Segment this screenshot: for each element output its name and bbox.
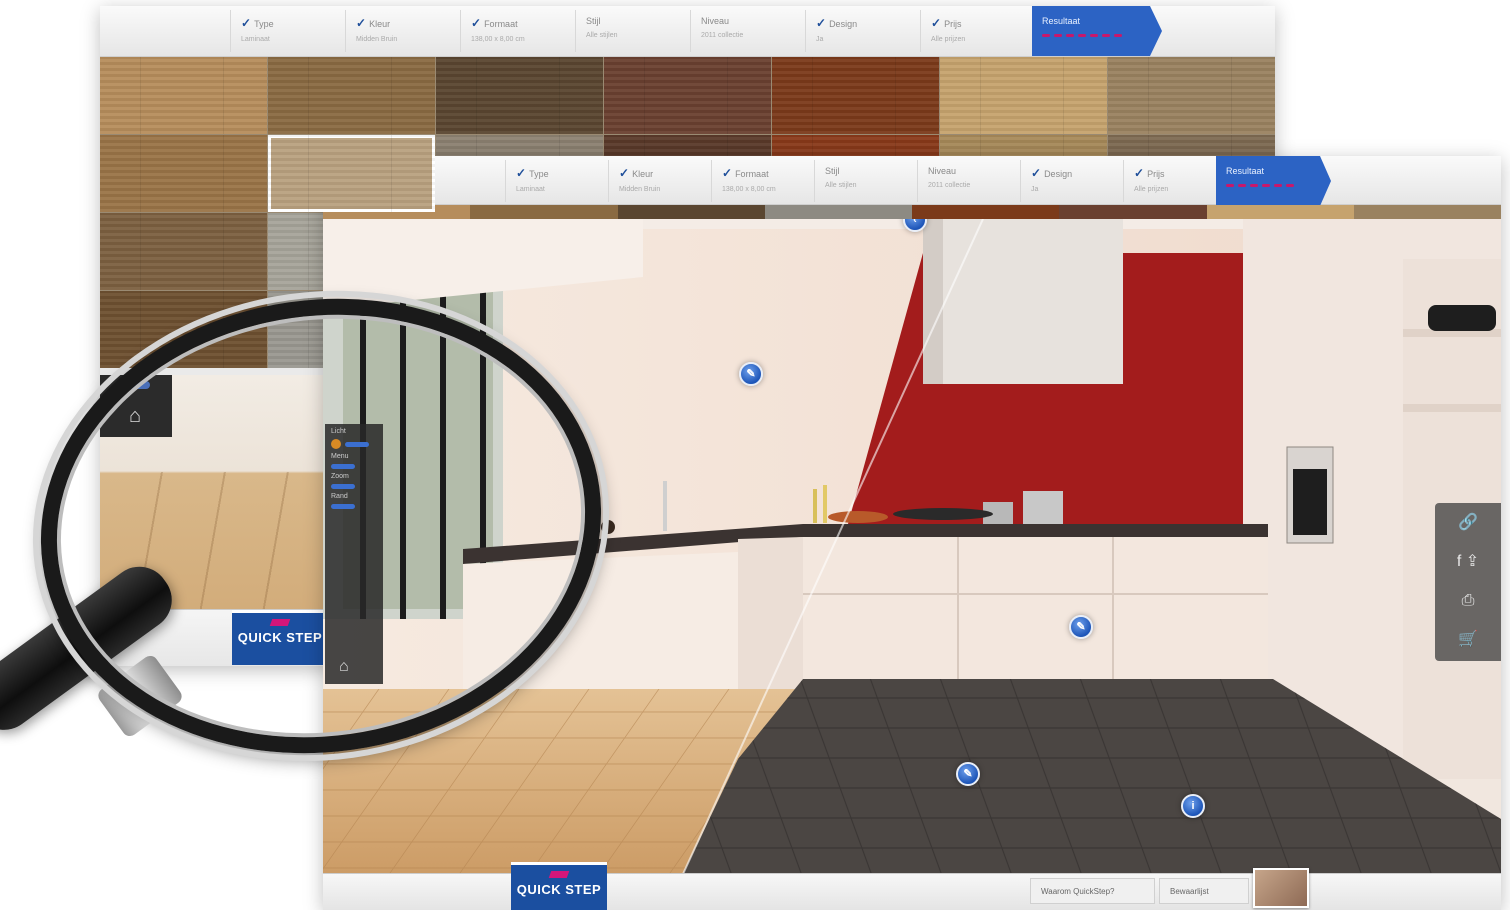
floor-swatch[interactable] bbox=[764, 205, 912, 219]
check-icon: ✓ bbox=[471, 16, 482, 30]
floor-swatch[interactable] bbox=[100, 291, 267, 368]
zoom-slider[interactable] bbox=[331, 484, 383, 489]
step-type[interactable]: ✓ Type Laminaat bbox=[505, 160, 606, 202]
step-prijs[interactable]: ✓ Prijs Alle prijzen bbox=[920, 10, 1031, 52]
floor-swatch-strip bbox=[323, 205, 1501, 219]
bewaarlijst-button[interactable]: Bewaarlijst bbox=[1159, 878, 1249, 904]
quickstep-logo[interactable]: QUICK STEP bbox=[232, 610, 328, 665]
print-icon[interactable]: ⎙ bbox=[1435, 581, 1501, 620]
floor-swatch[interactable] bbox=[1059, 205, 1207, 219]
step-design[interactable]: ✓ Design Ja bbox=[1020, 160, 1121, 202]
step-prijs[interactable]: ✓ Prijs Alle prijzen bbox=[1123, 160, 1216, 202]
floor-swatch[interactable] bbox=[772, 57, 939, 134]
floor-swatch[interactable] bbox=[1353, 205, 1501, 219]
floor-swatch[interactable] bbox=[617, 205, 765, 219]
front-configurator-window: ✓ Type Laminaat ✓ Kleur Midden Bruin ✓ Formaa… bbox=[323, 156, 1501, 910]
floor-swatch[interactable] bbox=[1206, 205, 1354, 219]
mini-control-panel: ⌂ bbox=[100, 375, 172, 437]
floor-swatch-selected[interactable] bbox=[268, 135, 435, 212]
step-type[interactable]: ✓ Type Laminaat bbox=[230, 10, 343, 52]
link-icon[interactable]: 🔗 bbox=[1435, 503, 1501, 542]
home-icon[interactable]: ⌂ bbox=[339, 658, 349, 676]
check-icon: ✓ bbox=[516, 166, 527, 180]
step-design[interactable]: ✓ Design Ja bbox=[805, 10, 918, 52]
step-navigation-bar: ✓ Type Laminaat ✓ Kleur Midden Bruin ✓ Formaa… bbox=[323, 156, 1501, 206]
step-stijl[interactable]: Stijl Alle stijlen bbox=[814, 160, 915, 202]
home-icon[interactable]: ⌂ bbox=[122, 405, 148, 427]
edit-wall-pin[interactable]: ✎ bbox=[739, 362, 763, 386]
check-icon: ✓ bbox=[619, 166, 630, 180]
logo-mark bbox=[548, 871, 570, 878]
step-resultaat[interactable]: Resultaat bbox=[1032, 6, 1162, 56]
edge-slider[interactable] bbox=[331, 504, 383, 509]
cart-icon[interactable]: 🛒 bbox=[1435, 620, 1501, 659]
step-resultaat[interactable]: Resultaat bbox=[1216, 156, 1331, 206]
edit-floor-pin[interactable]: ✎ bbox=[956, 762, 980, 786]
magnified-control-panel: Licht Menu Zoom Rand ⌂ bbox=[325, 424, 383, 684]
step-formaat[interactable]: ✓ Formaat 138,00 x 8,00 cm bbox=[711, 160, 812, 202]
step-arrow-shape bbox=[1032, 6, 1162, 56]
check-icon: ✓ bbox=[931, 16, 942, 30]
saved-floor-thumbnail[interactable] bbox=[1253, 868, 1309, 908]
logo-mark bbox=[269, 619, 291, 626]
share-icon[interactable]: f ⇪ bbox=[1435, 542, 1501, 581]
check-icon: ✓ bbox=[1134, 166, 1145, 180]
floor-swatch[interactable] bbox=[470, 205, 618, 219]
light-slider[interactable] bbox=[331, 439, 383, 449]
floor-swatch[interactable] bbox=[100, 135, 267, 212]
check-icon: ✓ bbox=[241, 16, 252, 30]
step-stijl[interactable]: Stijl Alle stijlen bbox=[575, 10, 688, 52]
step-niveau[interactable]: Niveau 2011 collectie bbox=[690, 10, 803, 52]
check-icon: ✓ bbox=[1031, 166, 1042, 180]
check-icon: ✓ bbox=[722, 166, 733, 180]
floor-swatch[interactable] bbox=[100, 213, 267, 290]
quickstep-logo[interactable]: QUICK STEP bbox=[511, 862, 607, 910]
progress-dots bbox=[1226, 184, 1331, 187]
step-formaat[interactable]: ✓ Formaat 138,00 x 8,00 cm bbox=[460, 10, 573, 52]
check-icon: ✓ bbox=[816, 16, 827, 30]
floor-swatch[interactable] bbox=[268, 57, 435, 134]
room-visualizer: Licht Menu Zoom Rand ⌂ ‹ ✎ ✎ ✎ i 🔗 f ⇪ ⎙… bbox=[323, 219, 1501, 874]
floor-swatch[interactable] bbox=[100, 57, 267, 134]
step-niveau[interactable]: Niveau 2011 collectie bbox=[917, 160, 1018, 202]
floor-swatch[interactable] bbox=[940, 57, 1107, 134]
step-arrow-shape bbox=[1216, 156, 1331, 206]
check-icon: ✓ bbox=[356, 16, 367, 30]
info-pin[interactable]: i bbox=[1181, 794, 1205, 818]
menu-toggle[interactable] bbox=[331, 464, 383, 469]
step-navigation-bar: ✓ Type Laminaat ✓ Kleur Midden Bruin ✓ Formaa… bbox=[100, 6, 1275, 57]
floor-swatch[interactable] bbox=[1108, 57, 1275, 134]
progress-dots bbox=[1042, 34, 1162, 37]
side-toolbar: 🔗 f ⇪ ⎙ 🛒 bbox=[1435, 503, 1501, 661]
step-kleur[interactable]: ✓ Kleur Midden Bruin bbox=[608, 160, 709, 202]
kitchen-scene bbox=[323, 219, 1501, 874]
why-quickstep-button[interactable]: Waarom QuickStep? bbox=[1030, 878, 1155, 904]
toggle-switch[interactable] bbox=[124, 381, 150, 389]
floor-swatch[interactable] bbox=[436, 57, 603, 134]
floor-swatch[interactable] bbox=[912, 205, 1060, 219]
footer-bar bbox=[323, 873, 1501, 910]
step-kleur[interactable]: ✓ Kleur Midden Bruin bbox=[345, 10, 458, 52]
floor-swatch[interactable] bbox=[604, 57, 771, 134]
edit-cabinet-pin[interactable]: ✎ bbox=[1069, 615, 1093, 639]
